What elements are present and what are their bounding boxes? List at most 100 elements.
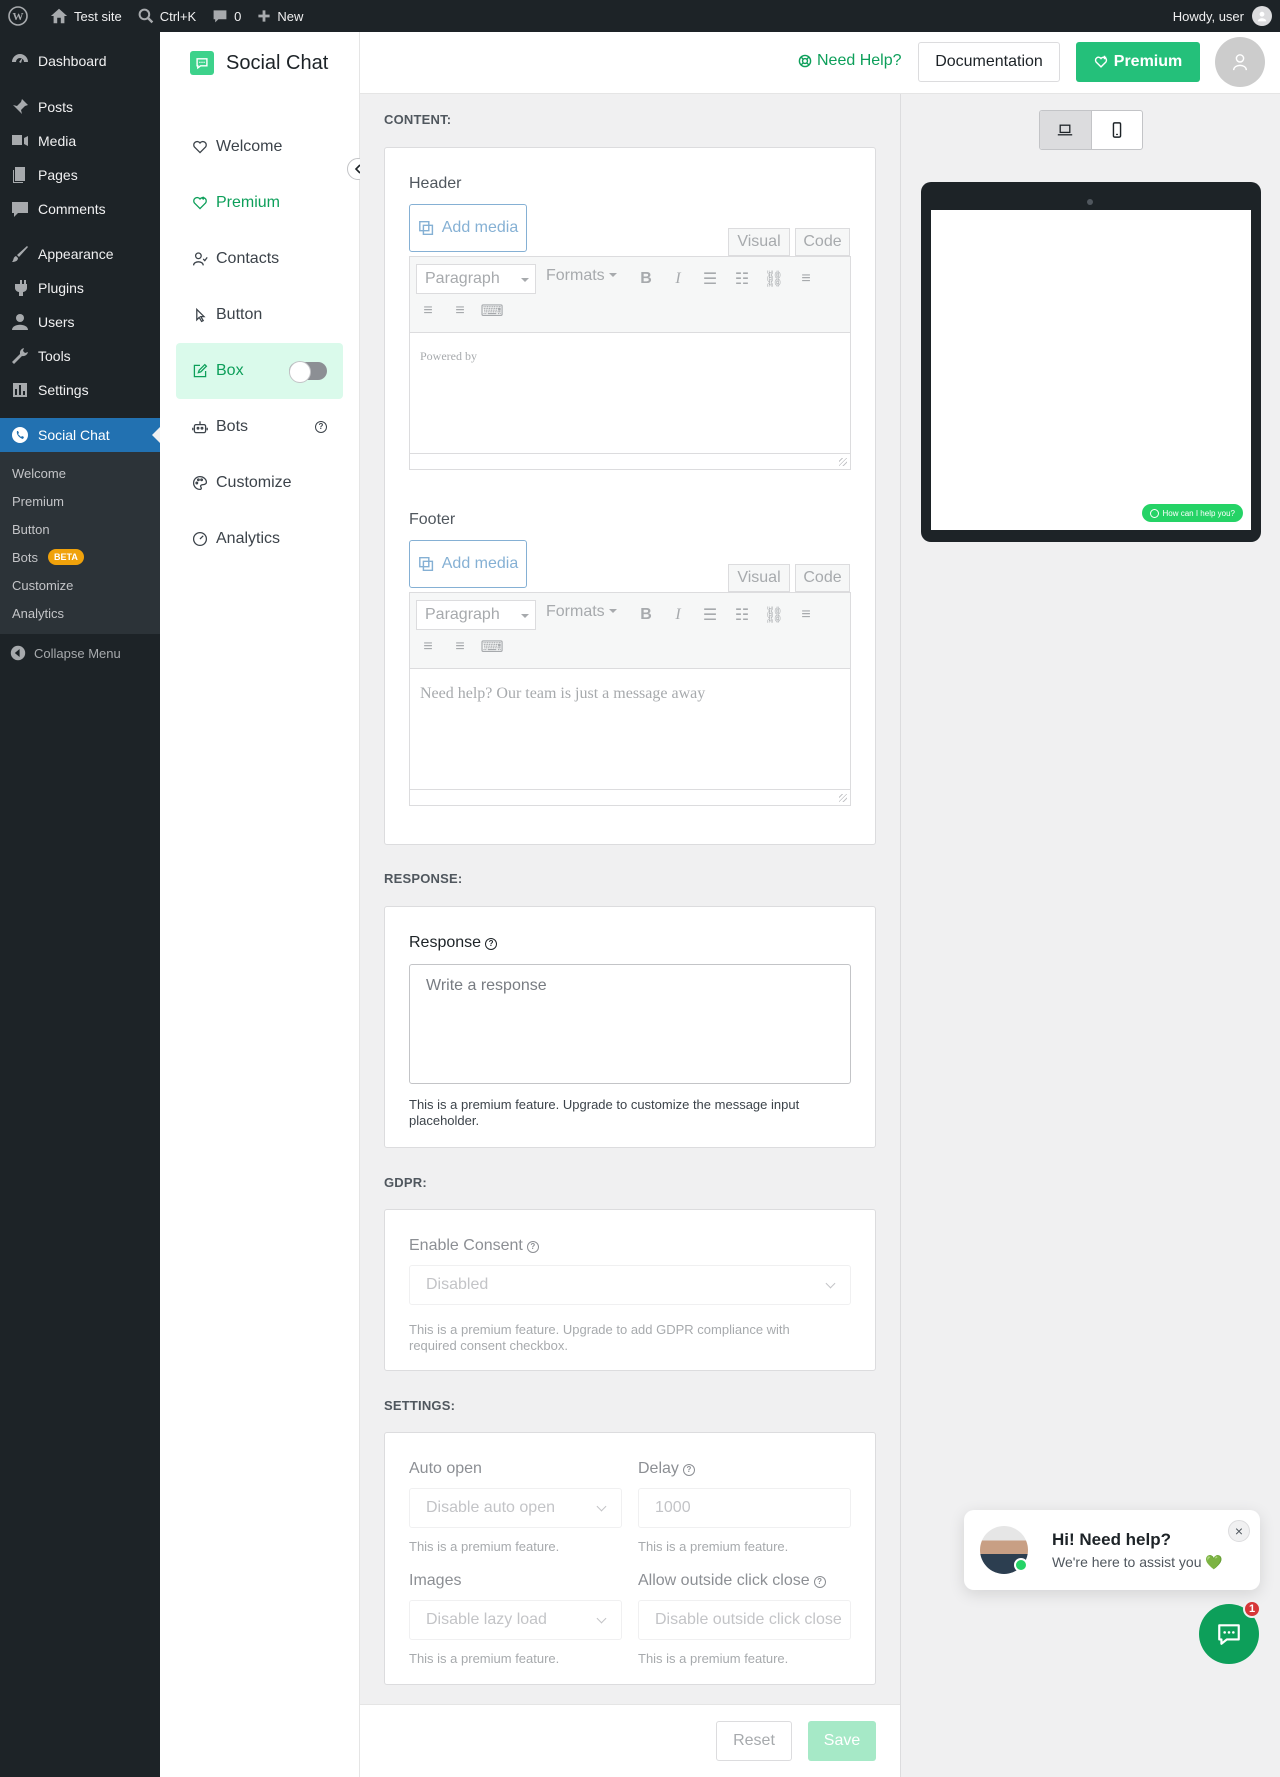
paragraph-select[interactable]: Paragraph: [416, 264, 536, 294]
paragraph-select[interactable]: Paragraph: [416, 600, 536, 630]
response-label: Response?: [409, 934, 498, 952]
plugin-header: Need Help? Documentation Premium: [360, 32, 1280, 94]
gdpr-card: Enable Consent? Disabled This is a premi…: [384, 1209, 876, 1371]
chat-popup[interactable]: Hi! Need help? We're here to assist you …: [964, 1510, 1260, 1590]
help-icon[interactable]: ?: [813, 1576, 826, 1588]
help-icon[interactable]: ?: [682, 1464, 695, 1476]
new-content-link[interactable]: New: [249, 0, 311, 32]
bullet-list-icon[interactable]: ☰: [700, 605, 720, 625]
close-icon[interactable]: ×: [1228, 1520, 1250, 1542]
submenu-welcome[interactable]: Welcome: [0, 459, 160, 487]
collapse-menu-button[interactable]: Collapse Menu: [0, 636, 160, 670]
help-icon[interactable]: ?: [526, 1241, 539, 1253]
desktop-preview-button[interactable]: [1040, 111, 1092, 149]
formats-dropdown[interactable]: Formats: [546, 267, 617, 285]
resize-handle[interactable]: [410, 453, 850, 469]
align-right-icon[interactable]: ≡: [450, 637, 470, 657]
lifebuoy-icon: [798, 54, 812, 68]
bullet-list-icon[interactable]: ☰: [700, 269, 720, 289]
mini-chat-button[interactable]: How can I help you?: [1141, 504, 1243, 522]
need-help-link[interactable]: Need Help?: [798, 52, 902, 70]
nav-welcome[interactable]: Welcome: [176, 126, 343, 168]
align-center-icon[interactable]: ≡: [418, 301, 438, 321]
italic-icon[interactable]: I: [668, 269, 688, 289]
submenu-premium[interactable]: Premium: [0, 487, 160, 515]
align-left-icon[interactable]: ≡: [796, 605, 816, 625]
footer-visual-tab[interactable]: Visual: [728, 564, 790, 592]
submenu-bots[interactable]: Bots BETA: [0, 543, 160, 571]
reset-button[interactable]: Reset: [716, 1721, 792, 1761]
search-shortcut[interactable]: Ctrl+K: [130, 0, 204, 32]
header-editor-body[interactable]: Powered by: [410, 333, 850, 469]
footer-editor-toolbar: Paragraph Formats B I ☰ ☷ ⛓ ≡ ≡ ≡ ⌨: [410, 593, 850, 669]
bold-icon[interactable]: B: [636, 605, 656, 625]
submenu-button[interactable]: Button: [0, 515, 160, 543]
align-right-icon[interactable]: ≡: [450, 301, 470, 321]
numbered-list-icon[interactable]: ☷: [732, 269, 752, 289]
enable-consent-text: Enable Consent: [409, 1237, 523, 1254]
menu-media[interactable]: Media: [0, 124, 160, 158]
footer-add-media-button[interactable]: Add media: [409, 540, 527, 588]
nav-button[interactable]: Button: [176, 294, 343, 336]
response-textarea[interactable]: Write a response: [409, 964, 851, 1084]
resize-handle[interactable]: [410, 789, 850, 805]
outside-click-select[interactable]: Disable outside click close: [638, 1600, 851, 1640]
menu-posts[interactable]: Posts: [0, 90, 160, 124]
help-icon[interactable]: ?: [485, 938, 498, 950]
comments-link[interactable]: 0: [204, 0, 249, 32]
nav-contacts[interactable]: Contacts: [176, 238, 343, 280]
keyboard-icon[interactable]: ⌨: [480, 301, 503, 321]
images-select[interactable]: Disable lazy load: [409, 1600, 622, 1640]
menu-label: Dashboard: [38, 53, 107, 69]
box-enable-toggle[interactable]: [289, 361, 327, 383]
enable-consent-select[interactable]: Disabled: [409, 1265, 851, 1305]
my-account[interactable]: Howdy, user: [1173, 6, 1280, 26]
help-icon[interactable]: ?: [315, 421, 327, 433]
bold-icon[interactable]: B: [636, 269, 656, 289]
pointer-icon: [196, 307, 206, 323]
italic-icon[interactable]: I: [668, 605, 688, 625]
footer-code-tab[interactable]: Code: [795, 564, 850, 592]
nav-analytics[interactable]: Analytics: [176, 518, 343, 560]
submenu-customize[interactable]: Customize: [0, 571, 160, 599]
keyboard-icon[interactable]: ⌨: [480, 637, 503, 657]
nav-customize[interactable]: Customize: [176, 462, 343, 504]
premium-button[interactable]: Premium: [1076, 42, 1200, 82]
menu-dashboard[interactable]: Dashboard: [0, 43, 160, 79]
menu-comments[interactable]: Comments: [0, 192, 160, 226]
documentation-button[interactable]: Documentation: [918, 42, 1060, 82]
howdy-text: Howdy, user: [1172, 8, 1244, 24]
header-add-media-button[interactable]: Add media: [409, 204, 527, 252]
chat-launcher-button[interactable]: 1: [1199, 1600, 1261, 1664]
menu-social-chat[interactable]: Social Chat: [0, 418, 160, 452]
nav-premium[interactable]: Premium: [176, 182, 343, 224]
mobile-preview-button[interactable]: [1092, 111, 1143, 149]
align-center-icon[interactable]: ≡: [418, 637, 438, 657]
menu-plugins[interactable]: Plugins: [0, 271, 160, 305]
menu-tools[interactable]: Tools: [0, 339, 160, 373]
wordpress-logo-icon[interactable]: W: [0, 0, 42, 32]
link-icon[interactable]: ⛓: [764, 269, 784, 289]
header-visual-tab[interactable]: Visual: [728, 228, 790, 256]
numbered-list-icon[interactable]: ☷: [732, 605, 752, 625]
menu-appearance[interactable]: Appearance: [0, 237, 160, 271]
user-avatar[interactable]: [1215, 37, 1265, 87]
add-media-icon: [418, 220, 433, 236]
nav-box[interactable]: Box: [176, 343, 343, 399]
site-name-link[interactable]: Test site: [42, 0, 130, 32]
footer-editor-body[interactable]: Need help? Our team is just a message aw…: [410, 669, 850, 805]
formats-dropdown[interactable]: Formats: [546, 603, 617, 621]
menu-pages[interactable]: Pages: [0, 158, 160, 192]
menu-label: Social Chat: [38, 427, 110, 443]
submenu-analytics[interactable]: Analytics: [0, 599, 160, 627]
save-button[interactable]: Save: [808, 1721, 876, 1761]
menu-settings[interactable]: Settings: [0, 373, 160, 407]
header-code-tab[interactable]: Code: [795, 228, 850, 256]
link-icon[interactable]: ⛓: [764, 605, 784, 625]
align-left-icon[interactable]: ≡: [796, 269, 816, 289]
nav-bots[interactable]: Bots ?: [176, 406, 343, 448]
menu-users[interactable]: Users: [0, 305, 160, 339]
delay-input[interactable]: 1000: [638, 1488, 851, 1528]
admin-bar: W Test site Ctrl+K 0 New Howdy, user: [0, 0, 1280, 32]
auto-open-select[interactable]: Disable auto open: [409, 1488, 622, 1528]
